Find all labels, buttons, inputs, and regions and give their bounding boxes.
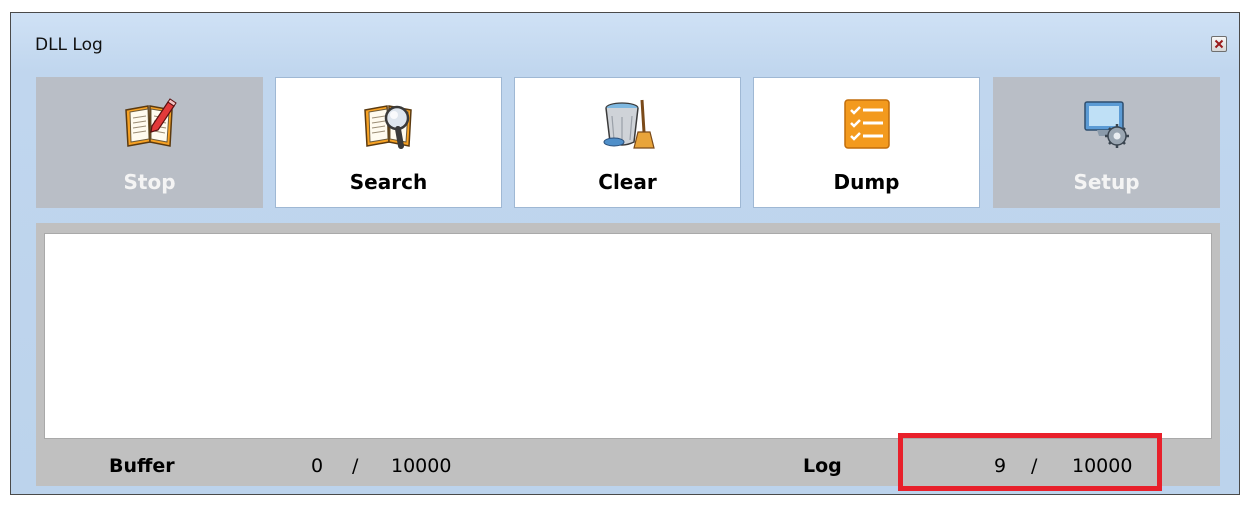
log-label: Log <box>803 455 842 477</box>
book-pencil-icon <box>124 98 177 147</box>
buffer-label: Buffer <box>109 455 175 477</box>
trash-bin-broom-icon <box>603 99 655 149</box>
close-icon <box>1214 39 1224 49</box>
book-magnifier-icon <box>363 105 412 149</box>
clear-button-label: Clear <box>598 170 657 194</box>
search-button[interactable]: Search <box>275 77 502 208</box>
stop-button[interactable]: Stop <box>36 77 263 208</box>
toolbar: Stop Search Clear Dump Setup <box>36 77 1220 208</box>
stop-button-label: Stop <box>123 170 176 194</box>
dump-button[interactable]: Dump <box>753 77 980 208</box>
title-bar: DLL Log <box>11 13 1239 73</box>
close-button[interactable] <box>1211 36 1227 52</box>
setup-button[interactable]: Setup <box>993 77 1220 208</box>
buffer-separator: / <box>352 455 359 477</box>
search-button-label: Search <box>349 170 428 194</box>
checklist-icon <box>843 99 890 149</box>
clear-button[interactable]: Clear <box>514 77 741 208</box>
dump-button-label: Dump <box>833 170 900 194</box>
log-count-highlight <box>898 433 1162 491</box>
log-output-area[interactable] <box>44 233 1212 439</box>
buffer-count: 0 <box>311 455 324 477</box>
setup-button-label: Setup <box>1073 170 1140 194</box>
buffer-max: 10000 <box>391 455 452 477</box>
window-title: DLL Log <box>35 35 103 55</box>
monitor-gear-icon <box>1083 101 1129 148</box>
dll-log-window: DLL Log Stop Search Clear Dump Setup Buf… <box>10 12 1240 495</box>
